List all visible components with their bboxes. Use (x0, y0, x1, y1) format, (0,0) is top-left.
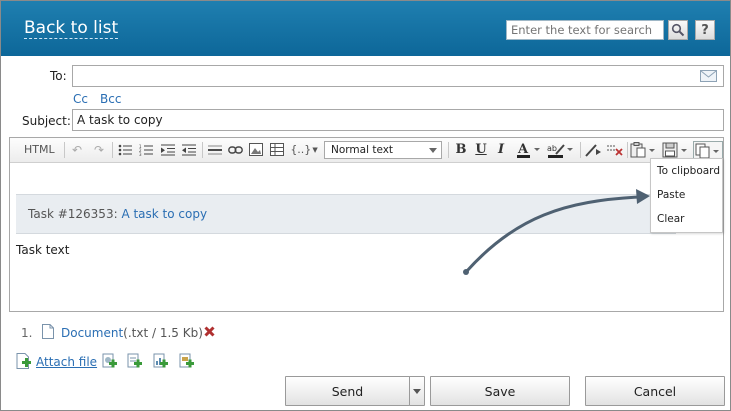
highlight-icon: ab (547, 144, 573, 158)
bold-icon[interactable]: B (453, 141, 469, 158)
undo-icon[interactable]: ↶ (70, 141, 84, 158)
italic-icon[interactable]: I (493, 141, 509, 158)
back-to-list-link[interactable]: Back to list (24, 18, 119, 39)
html-mode-button[interactable]: HTML (24, 141, 55, 158)
save-button[interactable]: Save (430, 376, 570, 406)
send-options-button[interactable] (409, 376, 425, 406)
cancel-button[interactable]: Cancel (585, 376, 725, 406)
editor-toolbar: HTML ↶ ↷ 123 {..} ▼ Normal text B U I A … (10, 138, 723, 163)
subject-field[interactable]: A task to copy (72, 109, 724, 131)
toolbar-separator (627, 142, 628, 158)
quoted-task-link[interactable]: A task to copy (121, 207, 207, 221)
svg-text:3: 3 (139, 152, 142, 156)
signature-icon[interactable] (584, 141, 602, 158)
attach-document-icon[interactable] (127, 353, 143, 369)
image-icon[interactable] (248, 141, 264, 158)
attach-file-icon (16, 353, 31, 369)
bcc-link[interactable]: Bcc (100, 92, 121, 106)
to-label: To: (50, 69, 67, 83)
svg-text:ab: ab (547, 144, 557, 153)
attach-presentation-icon[interactable] (179, 353, 195, 369)
outdent-icon[interactable] (181, 141, 197, 158)
email-form-window: Back to list ? To: Cc Bcc Subject: A tas… (0, 0, 731, 411)
chevron-down-icon (429, 148, 437, 153)
cc-link[interactable]: Cc (73, 92, 88, 106)
insert-template-label: {..} (290, 143, 312, 156)
help-button[interactable]: ? (695, 20, 715, 40)
svg-text:A: A (517, 142, 529, 157)
search-button[interactable] (668, 20, 688, 40)
chevron-down-icon: ▼ (312, 145, 318, 154)
attachment-item: Document(.txt / 1.5 Kb) (61, 326, 203, 340)
underline-icon[interactable]: U (473, 141, 489, 158)
toolbar-separator (64, 142, 65, 158)
bullet-list-icon[interactable] (117, 141, 133, 158)
annotation-arrow (463, 189, 650, 275)
redo-icon[interactable]: ↷ (92, 141, 106, 158)
indent-icon[interactable] (160, 141, 176, 158)
horizontal-rule-icon[interactable] (207, 141, 223, 158)
highlight-color-button[interactable]: ab (546, 141, 576, 158)
format-select[interactable]: Normal text (324, 141, 442, 159)
remove-attachment-icon[interactable] (204, 326, 215, 337)
send-button[interactable]: Send (285, 376, 410, 406)
magnifier-icon (671, 23, 685, 37)
font-color-button[interactable]: A (515, 141, 543, 158)
floppy-icon (662, 142, 687, 157)
insert-template-button[interactable]: {..} ▼ (290, 141, 318, 158)
numbered-list-icon[interactable]: 123 (138, 141, 154, 158)
clipboard-icon (630, 141, 655, 157)
table-icon[interactable] (269, 141, 285, 158)
attachment-meta: (.txt / 1.5 Kb) (123, 326, 203, 340)
attach-spreadsheet-icon[interactable] (153, 353, 169, 369)
menu-item-paste[interactable]: Paste (657, 189, 685, 201)
to-field[interactable] (72, 65, 724, 87)
copy-dropdown-menu: To clipboard Paste Clear (650, 158, 723, 233)
chevron-down-icon (413, 388, 421, 394)
subject-label: Subject: (22, 114, 71, 128)
remove-format-icon[interactable] (606, 141, 624, 158)
attachment-index: 1. (21, 326, 33, 340)
search-input[interactable] (506, 20, 664, 40)
address-book-icon[interactable] (700, 70, 717, 82)
toolbar-separator (202, 142, 203, 158)
toolbar-separator (448, 142, 449, 158)
attachment-name-link[interactable]: Document (61, 326, 123, 340)
save-draft-button[interactable] (662, 141, 690, 158)
menu-item-to-clipboard[interactable]: To clipboard (657, 165, 720, 177)
attach-file-link[interactable]: Attach file (36, 355, 97, 369)
quoted-task-prefix: Task #126353: (28, 207, 122, 221)
attach-from-storage-icon[interactable] (102, 353, 118, 369)
document-icon (42, 324, 54, 339)
toolbar-separator (112, 142, 113, 158)
format-select-value: Normal text (331, 144, 394, 156)
link-icon[interactable] (227, 141, 243, 158)
header-bar: Back to list ? (1, 1, 730, 56)
editor-body-text[interactable]: Task text (16, 243, 69, 257)
paste-button[interactable] (630, 141, 658, 158)
copy-icon (695, 143, 719, 158)
menu-item-clear[interactable]: Clear (657, 213, 684, 225)
font-color-icon: A (517, 142, 540, 158)
toolbar-separator (580, 142, 581, 158)
